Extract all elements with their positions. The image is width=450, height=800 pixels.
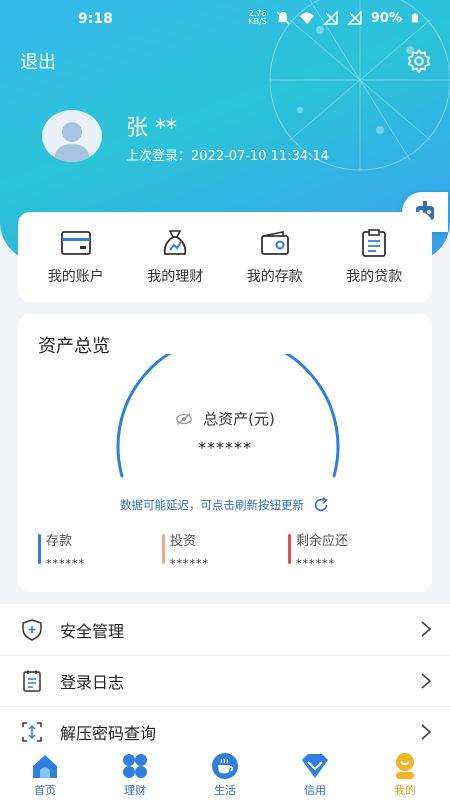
last-login-time: 上次登录：2022-07-10 11:34:14 <box>126 149 330 164</box>
settings-menu: 安全管理 登录日志 解压密码查询 <box>0 604 450 757</box>
clipboard-icon <box>362 229 387 257</box>
wallet-icon <box>260 231 289 255</box>
logout-button[interactable]: 退出 <box>20 48 56 74</box>
money-bag-icon <box>164 230 187 255</box>
mute-icon <box>276 11 290 25</box>
total-assets-row: 总资产(元) <box>18 408 432 429</box>
my-deposit-button[interactable]: 我的存款 <box>230 228 320 286</box>
user-name: 张 ** <box>126 116 177 141</box>
menu-item-security[interactable]: 安全管理 <box>0 604 450 655</box>
stat-deposit[interactable]: 存款 ****** <box>38 530 85 570</box>
my-finance-button[interactable]: 我的理财 <box>130 228 220 286</box>
password-icon <box>22 722 42 742</box>
credit-icon <box>302 754 328 778</box>
stat-investment-bar <box>162 534 165 564</box>
refresh-note: 数据可能延迟，可点击刷新按钮更新 <box>120 498 304 512</box>
card-icon <box>60 231 91 255</box>
signal-off-icon-2 <box>347 10 362 25</box>
signal-off-icon <box>323 10 338 25</box>
eye-hidden-icon[interactable] <box>175 410 193 428</box>
tab-profile[interactable]: 我的 <box>370 752 440 798</box>
quick-access-card: 我的账户 我的理财 我的存款 我的贷款 <box>18 212 432 302</box>
status-bar: 9:18 2.76 KB/S 90% <box>0 0 450 40</box>
battery-icon <box>411 13 419 23</box>
shield-icon <box>22 618 42 641</box>
tab-finance[interactable]: 理财 <box>100 752 170 798</box>
stat-remaining-due[interactable]: 剩余应还 ****** <box>288 530 348 570</box>
tab-credit[interactable]: 信用 <box>280 752 350 798</box>
status-time: 9:18 <box>78 11 113 27</box>
life-icon <box>212 753 238 779</box>
bottom-tab-bar: 首页 理财 生活 信用 我的 <box>0 748 450 800</box>
asset-overview-card: 资产总览 总资产(元) ****** 数据可能延迟，可点击刷新按钮更新 存款 *… <box>18 314 432 592</box>
chevron-right-icon <box>421 621 432 637</box>
chevron-right-icon <box>421 673 432 689</box>
total-assets-label: 总资产(元) <box>203 410 275 428</box>
tab-home[interactable]: 首页 <box>10 752 80 798</box>
net-speed: 2.76 KB/S <box>248 9 267 26</box>
asset-overview-title: 资产总览 <box>38 336 110 357</box>
stat-investment[interactable]: 投资 ****** <box>162 530 209 570</box>
total-assets-gauge <box>116 354 340 478</box>
tab-life[interactable]: 生活 <box>190 752 260 798</box>
user-silhouette-icon <box>54 122 90 162</box>
my-account-button[interactable]: 我的账户 <box>31 228 121 286</box>
profile-icon <box>396 753 414 779</box>
total-assets-value: ****** <box>198 438 252 457</box>
refresh-icon[interactable] <box>312 496 330 514</box>
gear-icon[interactable] <box>406 48 432 74</box>
home-icon <box>33 755 57 778</box>
chevron-right-icon <box>421 724 432 740</box>
log-icon <box>23 670 41 692</box>
finance-icon <box>123 754 147 778</box>
stat-remaining-due-bar <box>288 534 291 564</box>
wifi-icon <box>299 12 314 24</box>
my-loan-button[interactable]: 我的贷款 <box>329 228 419 286</box>
status-indicators: 2.76 KB/S 90% <box>248 10 420 26</box>
refresh-row: 数据可能延迟，可点击刷新按钮更新 <box>18 496 432 514</box>
battery-level: 90% <box>370 10 402 26</box>
menu-item-login-log[interactable]: 登录日志 <box>0 655 450 706</box>
stat-deposit-bar <box>38 534 41 564</box>
avatar[interactable] <box>42 110 102 162</box>
